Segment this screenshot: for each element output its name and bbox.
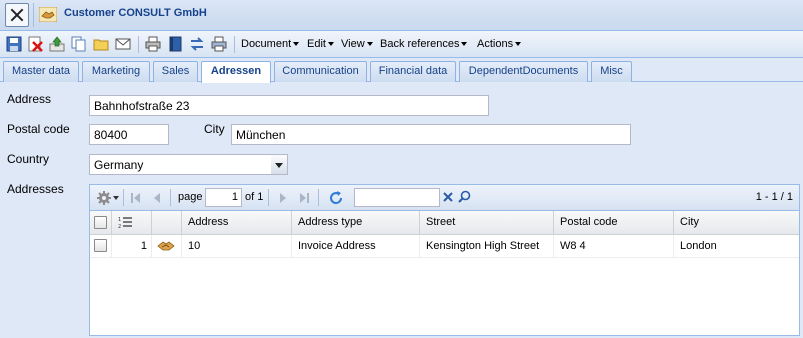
page-total-label: of 1	[245, 191, 264, 203]
city-field[interactable]: München	[231, 124, 631, 145]
menu-back-references[interactable]: Back references	[380, 36, 468, 52]
chevron-down-icon	[293, 42, 300, 47]
svg-text:2: 2	[118, 224, 121, 229]
cell-street: Kensington High Street	[420, 235, 554, 257]
window-title: Customer CONSULT GmbH	[64, 7, 207, 19]
chevron-down-icon	[327, 42, 334, 47]
menu-edit[interactable]: Edit	[307, 36, 334, 52]
last-page-icon[interactable]	[298, 192, 310, 204]
postal-code-label: Postal code	[7, 122, 70, 136]
first-page-icon[interactable]	[130, 192, 142, 204]
next-page-icon[interactable]	[277, 192, 289, 204]
tab-misc[interactable]: Misc	[591, 61, 632, 82]
table-row[interactable]: 1 10 Invoice Address Kensington High Str…	[90, 235, 799, 258]
main-toolbar: Document Edit View Back references Actio…	[0, 31, 803, 58]
tab-bar: Master data Marketing Sales Adressen Com…	[0, 58, 803, 83]
menu-edit-label: Edit	[307, 38, 326, 50]
menu-actions[interactable]: Actions	[477, 36, 522, 52]
row-number-header: 12	[112, 211, 152, 234]
menu-actions-label: Actions	[477, 38, 514, 50]
chevron-down-icon[interactable]	[113, 196, 119, 200]
tab-marketing[interactable]: Marketing	[82, 61, 150, 82]
toolbar-divider	[123, 189, 124, 206]
postal-code-field[interactable]: 80400	[89, 124, 169, 145]
chevron-down-icon	[461, 42, 468, 47]
toolbar-divider	[170, 189, 171, 206]
column-header-address[interactable]: Address	[182, 211, 292, 234]
column-header-postal-code[interactable]: Postal code	[554, 211, 674, 234]
cell-address-type: Invoice Address	[292, 235, 420, 257]
tab-financial-data[interactable]: Financial data	[370, 61, 456, 82]
city-label: City	[204, 122, 225, 136]
chevron-down-icon[interactable]	[271, 154, 288, 175]
toolbar-divider	[234, 36, 235, 53]
adressen-panel: Address Bahnhofstraße 23 Postal code 804…	[0, 83, 803, 338]
chevron-down-icon	[515, 42, 522, 47]
toolbar-divider	[268, 189, 269, 206]
menu-view[interactable]: View	[341, 36, 373, 52]
select-all-checkbox[interactable]	[94, 216, 107, 229]
addresses-grid: page 1 of 1 1 - 1 / 1 12 Address Address…	[89, 184, 800, 336]
country-label: Country	[7, 152, 50, 166]
grid-search-input[interactable]	[354, 188, 440, 207]
copy-icon[interactable]	[71, 36, 87, 52]
menu-document-label: Document	[241, 38, 292, 50]
menu-view-label: View	[341, 38, 365, 50]
tab-master-data[interactable]: Master data	[3, 61, 79, 82]
close-icon[interactable]	[5, 3, 29, 27]
addresses-label: Addresses	[7, 182, 64, 196]
column-header-city[interactable]: City	[674, 211, 799, 234]
icon-column-header	[152, 211, 182, 234]
country-select[interactable]: Germany	[89, 154, 272, 175]
row-number: 1	[112, 235, 152, 257]
cell-address: 10	[182, 235, 292, 257]
cell-city: London	[680, 240, 717, 252]
upload-document-icon[interactable]	[49, 36, 65, 52]
delete-document-icon[interactable]	[27, 36, 43, 52]
tab-adressen[interactable]: Adressen	[201, 61, 271, 83]
transfer-icon[interactable]	[189, 36, 205, 52]
print-icon[interactable]	[145, 36, 161, 52]
gear-icon[interactable]	[96, 190, 112, 206]
chevron-down-icon	[366, 42, 373, 47]
handshake-icon	[157, 241, 175, 251]
tab-sales[interactable]: Sales	[153, 61, 198, 82]
search-icon[interactable]	[458, 190, 471, 203]
menu-back-references-label: Back references	[380, 38, 460, 50]
address-field[interactable]: Bahnhofstraße 23	[89, 95, 489, 116]
tab-dependent-documents[interactable]: DependentDocuments	[459, 61, 588, 82]
select-all-cell	[90, 211, 112, 234]
book-icon[interactable]	[167, 36, 183, 52]
print-preview-icon[interactable]	[211, 36, 227, 52]
save-icon[interactable]	[6, 36, 22, 52]
divider	[33, 3, 34, 27]
page-number-input[interactable]: 1	[205, 188, 242, 207]
toolbar-divider	[318, 189, 319, 206]
grid-header: 12 Address Address type Street Postal co…	[90, 211, 799, 235]
menu-document[interactable]: Document	[241, 36, 300, 52]
window-titlebar: Customer CONSULT GmbH	[0, 0, 803, 31]
row-select-cell	[90, 235, 112, 257]
prev-page-icon[interactable]	[151, 192, 163, 204]
row-checkbox[interactable]	[94, 239, 107, 252]
cell-postal-code: W8 4	[554, 235, 674, 257]
clear-icon[interactable]	[443, 192, 453, 202]
row-icon-cell	[152, 235, 182, 257]
toolbar-divider	[138, 36, 139, 53]
record-count: 1 - 1 / 1	[755, 191, 793, 203]
folder-icon[interactable]	[93, 36, 109, 52]
grid-pager-toolbar: page 1 of 1 1 - 1 / 1	[90, 185, 799, 211]
mail-icon[interactable]	[115, 36, 131, 52]
column-header-street[interactable]: Street	[420, 211, 554, 234]
page-label: page	[178, 191, 203, 203]
column-header-address-type[interactable]: Address type	[292, 211, 420, 234]
svg-text:1: 1	[118, 217, 121, 223]
address-label: Address	[7, 92, 52, 106]
tab-communication[interactable]: Communication	[274, 61, 367, 82]
refresh-icon[interactable]	[328, 190, 344, 206]
numbered-list-icon: 12	[118, 217, 132, 229]
handshake-icon	[39, 7, 57, 22]
